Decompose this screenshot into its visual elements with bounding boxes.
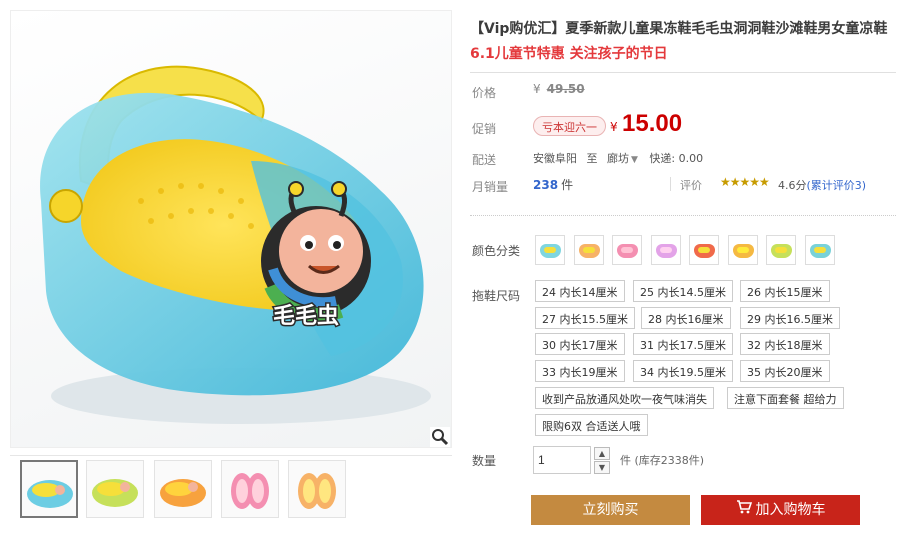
size-option-2[interactable]: 25 内长14.5厘米 <box>633 280 733 302</box>
rating-stars-icon: ★★★★★ <box>720 175 770 189</box>
jelly-sandal-illustration: 毛毛虫 <box>40 65 431 424</box>
divider <box>670 177 671 191</box>
thumbnail-4[interactable] <box>221 460 279 518</box>
swatch-shoe-icon <box>655 244 677 258</box>
stock-info: 件 (库存2338件) <box>620 452 704 468</box>
size-option-3[interactable]: 26 内长15厘米 <box>740 280 830 302</box>
size-option-6[interactable]: 29 内长16.5厘米 <box>740 307 840 329</box>
original-price-label: 价格 <box>472 86 497 100</box>
size-option-10[interactable]: 33 内长19厘米 <box>535 360 625 382</box>
sales-unit: 件 <box>561 178 574 192</box>
size-option-4[interactable]: 27 内长15.5厘米 <box>535 307 635 329</box>
zoom-icon[interactable] <box>430 427 450 447</box>
rating-summary: 4.6分(累计评价3) <box>778 177 866 193</box>
sales-count: 238 <box>533 178 559 192</box>
swatch-shoe-icon <box>732 244 754 258</box>
size-option-15[interactable]: 限购6双 合适送人哦 <box>535 414 648 436</box>
swatch-shoe-icon <box>617 244 638 258</box>
thumbnail-1[interactable] <box>20 460 78 518</box>
color-swatch-3[interactable] <box>612 235 642 265</box>
color-swatch-5[interactable] <box>689 235 719 265</box>
color-swatch-7[interactable] <box>766 235 796 265</box>
size-option-7[interactable]: 30 内长17厘米 <box>535 333 625 355</box>
swatch-shoe-icon <box>809 244 831 258</box>
promo-label: 促销 <box>472 122 497 136</box>
swatch-shoe-icon <box>694 244 715 258</box>
product-title: 【Vip购优汇】夏季新款儿童果冻鞋毛毛虫洞洞鞋沙滩鞋男女童凉鞋 <box>470 21 888 37</box>
original-price-value: 49.50 <box>546 82 585 96</box>
size-option-12[interactable]: 35 内长20厘米 <box>740 360 830 382</box>
shipping-destination[interactable]: 廊坊 <box>607 152 629 165</box>
shipping-from: 安徽阜阳 <box>533 152 577 165</box>
quantity-unit: 件 <box>620 454 631 467</box>
buy-now-button[interactable]: 立刻购买 <box>531 495 690 525</box>
size-option-14[interactable]: 注意下面套餐 超给力 <box>727 387 844 409</box>
quantity-increase-icon[interactable]: ▲ <box>594 447 610 460</box>
charm-text: 毛毛虫 <box>273 303 339 329</box>
shipping-to-word: 至 <box>586 152 598 165</box>
size-option-1[interactable]: 24 内长14厘米 <box>535 280 625 302</box>
thumbnail-2[interactable] <box>86 460 144 518</box>
thumbnail-5[interactable] <box>288 460 346 518</box>
chevron-down-icon[interactable]: ▼ <box>631 155 638 165</box>
original-currency: ¥ <box>533 82 541 96</box>
shipping-info: 安徽阜阳 至 廊坊 ▼ 快递: 0.00 <box>533 150 703 166</box>
swatch-shoe-icon <box>578 244 600 258</box>
main-product-image[interactable]: 毛毛虫 <box>10 10 452 448</box>
shipping-fee: 快递: 0.00 <box>649 152 704 165</box>
product-subtitle: 6.1儿童节特惠 关注孩子的节日 <box>470 46 668 62</box>
shipping-label: 配送 <box>472 153 497 167</box>
size-option-11[interactable]: 34 内长19.5厘米 <box>633 360 733 382</box>
color-label: 颜色分类 <box>472 244 521 258</box>
size-option-9[interactable]: 32 内长18厘米 <box>740 333 830 355</box>
color-swatch-2[interactable] <box>573 235 604 265</box>
swatch-shoe-icon <box>540 244 561 258</box>
reviews-link[interactable]: (累计评价3) <box>807 179 867 192</box>
price-currency: ¥ <box>610 120 618 134</box>
add-to-cart-label: 加入购物车 <box>755 502 826 518</box>
size-option-13[interactable]: 收到产品放通风处吹一夜气味消失 <box>535 387 714 409</box>
size-option-8[interactable]: 31 内长17.5厘米 <box>633 333 733 355</box>
sales-label: 月销量 <box>472 180 509 194</box>
promo-price: 15.00 <box>622 110 683 137</box>
size-option-5[interactable]: 28 内长16厘米 <box>641 307 731 329</box>
color-swatch-1[interactable] <box>535 235 565 265</box>
promo-badge: 亏本迎六一 <box>533 116 606 136</box>
quantity-decrease-icon[interactable]: ▼ <box>594 461 610 474</box>
color-swatch-8[interactable] <box>804 235 835 265</box>
thumbnail-3[interactable] <box>154 460 212 518</box>
stock-count: (库存2338件) <box>634 454 705 467</box>
rating-label: 评价 <box>680 179 702 192</box>
color-swatch-6[interactable] <box>727 235 758 265</box>
swatch-shoe-icon <box>771 244 792 258</box>
thumbnail-strip <box>10 455 452 523</box>
cart-icon <box>736 495 752 525</box>
quantity-input[interactable] <box>533 446 591 474</box>
quantity-label: 数量 <box>472 454 497 468</box>
monthly-sales: 238 件 <box>533 176 573 193</box>
size-label: 拖鞋尺码 <box>472 289 521 303</box>
color-swatch-4[interactable] <box>650 235 681 265</box>
rating-score: 4.6分 <box>778 179 807 192</box>
original-price: ¥49.50 <box>533 82 585 96</box>
add-to-cart-button[interactable]: 加入购物车 <box>701 495 860 525</box>
